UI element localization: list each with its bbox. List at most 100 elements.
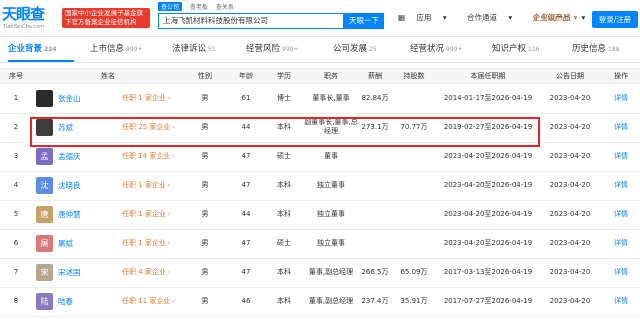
- tab-label: 法律诉讼: [172, 44, 207, 54]
- cell-position: 董事长,董事: [312, 94, 350, 102]
- col-announce-date: 公告日期: [556, 72, 584, 80]
- grid-icon: ▦: [398, 13, 408, 22]
- col-age: 年龄: [239, 72, 253, 80]
- cell-edu: 硕士: [277, 239, 291, 247]
- nav-apps[interactable]: ▦ 应用 ▾: [398, 13, 456, 22]
- cell-date: 2023-04-20: [549, 268, 591, 276]
- cell-date: 2023-04-20: [549, 210, 591, 218]
- person-name-link[interactable]: 陆春: [58, 287, 73, 316]
- tenure-link[interactable]: 任职 1 家企业 ›: [122, 84, 170, 113]
- detail-link[interactable]: 详情: [602, 113, 640, 142]
- tab-legal[interactable]: 法律诉讼 51: [172, 37, 216, 62]
- detail-link[interactable]: 详情: [602, 200, 640, 229]
- cell-term: 2017-07-27至2026-04-19: [443, 297, 533, 305]
- cell-age: 47: [241, 268, 251, 276]
- col-name: 姓名: [101, 72, 115, 80]
- tab-development[interactable]: 公司发展 25: [333, 37, 377, 62]
- tenure-link[interactable]: 任职 1 家企业 ›: [122, 171, 170, 200]
- avatar[interactable]: 宋: [36, 264, 53, 281]
- vip-label: 开通会员: [541, 13, 572, 22]
- tab-count: 25: [369, 46, 377, 53]
- cell-salary: [360, 171, 390, 200]
- detail-link[interactable]: 详情: [602, 287, 640, 316]
- detail-link[interactable]: 详情: [602, 171, 640, 200]
- cell-date: 2023-04-20: [549, 297, 591, 305]
- person-name-link[interactable]: 屠斌: [58, 229, 73, 258]
- tenure-label: 任职 1 家企业: [122, 181, 166, 189]
- cell-gender: 男: [201, 268, 209, 276]
- cell-gender: 男: [201, 210, 209, 218]
- col-term: 本届任职期: [470, 72, 506, 80]
- cell-no: 1: [13, 94, 19, 102]
- tenure-label: 任职 11 家企业: [122, 297, 171, 305]
- cell-shares: [390, 200, 438, 229]
- col-salary: 薪酬: [368, 72, 382, 80]
- detail-link[interactable]: 详情: [602, 142, 640, 171]
- tenure-label: 任职 14 家企业: [122, 152, 171, 160]
- tenure-label: 任职 1 家企业: [122, 239, 166, 247]
- cell-no: 3: [13, 152, 19, 160]
- nav-cooperation-label: 合作通道: [467, 13, 498, 22]
- cell-position: 董事,副总经理: [308, 268, 354, 276]
- tab-ip[interactable]: 知识产权 116: [492, 37, 539, 62]
- tab-history[interactable]: 历史信息 188: [572, 37, 619, 62]
- avatar[interactable]: 屠: [36, 235, 53, 252]
- cell-age: 46: [241, 297, 251, 305]
- detail-link[interactable]: 详情: [602, 84, 640, 113]
- tab-operations[interactable]: 经营状况 999+: [410, 37, 463, 62]
- person-name-link[interactable]: 张金山: [58, 84, 81, 113]
- cell-position: 独立董事: [317, 181, 345, 189]
- cell-salary: 82.84万: [361, 94, 389, 102]
- tab-label: 公司发展: [333, 44, 368, 54]
- search-tab-boss[interactable]: 查老板: [190, 2, 208, 11]
- col-education: 学历: [277, 72, 291, 80]
- vip-button[interactable]: ♛ 开通会员 ▾: [532, 12, 577, 23]
- cell-age: 47: [241, 181, 251, 189]
- promo-banner[interactable]: 国家中小企业发展子基金旗下官方备案企业征信机构: [62, 8, 150, 28]
- table-row: 5 男 44 本科 独立董事 2023-04-20至2026-04-19 2023-04-2…: [0, 200, 640, 230]
- nav-cooperation[interactable]: 合作通道 ▾: [467, 13, 521, 22]
- cell-gender: 男: [201, 181, 209, 189]
- tab-enterprise-background[interactable]: 企业背景 224: [8, 37, 74, 62]
- avatar[interactable]: 沈: [36, 177, 53, 194]
- search-button[interactable]: 天眼一下: [344, 13, 384, 29]
- tenure-link[interactable]: 任职 4 家企业 ›: [122, 258, 170, 287]
- cell-gender: 男: [201, 94, 209, 102]
- logo-text: 天眼查: [2, 5, 45, 23]
- cell-gender: 男: [201, 297, 209, 305]
- person-name-link[interactable]: 沈晓良: [58, 171, 81, 200]
- person-name-link[interactable]: 宋述国: [58, 258, 81, 287]
- cell-no: 2: [13, 123, 19, 131]
- tenure-link[interactable]: 任职 11 家企业 ›: [122, 287, 175, 316]
- logo[interactable]: 天眼查 TianYanCha.com: [2, 3, 60, 33]
- login-button[interactable]: 登录/注册: [592, 11, 638, 28]
- person-name-link[interactable]: 唐仲慧: [58, 200, 81, 229]
- tab-label: 企业背景: [8, 44, 43, 54]
- tab-risk[interactable]: 经营风险 999+: [246, 37, 299, 62]
- cell-position: 独立董事: [317, 210, 345, 218]
- crown-icon: ♛: [532, 13, 542, 22]
- search-tab-relation[interactable]: 查关系: [216, 2, 234, 11]
- chevron-right-icon: ›: [167, 269, 171, 276]
- tenure-link[interactable]: 任职 1 家企业 ›: [122, 229, 170, 258]
- avatar[interactable]: 唐: [36, 206, 53, 223]
- chevron-right-icon: ›: [167, 182, 171, 189]
- detail-link[interactable]: 详情: [602, 229, 640, 258]
- cell-salary: [360, 229, 390, 258]
- detail-link[interactable]: 详情: [602, 258, 640, 287]
- avatar[interactable]: [36, 90, 53, 107]
- tab-label: 经营状况: [410, 44, 445, 54]
- cell-edu: 本科: [277, 210, 291, 218]
- tenure-link[interactable]: 任职 1 家企业 ›: [122, 200, 170, 229]
- search-tab-company[interactable]: 查公司: [158, 2, 183, 11]
- col-action: 操作: [614, 72, 628, 80]
- tab-count: 188: [608, 46, 620, 53]
- tab-label: 上市信息: [90, 44, 125, 54]
- avatar[interactable]: 陆: [36, 293, 53, 310]
- avatar[interactable]: 孟: [36, 148, 53, 165]
- search-input[interactable]: 上海飞凯材料科技股份有限公司: [158, 13, 344, 29]
- cell-date: 2023-04-20: [549, 123, 591, 131]
- chevron-right-icon: ›: [167, 95, 171, 102]
- tab-listing-info[interactable]: 上市信息 999+: [90, 37, 143, 62]
- table-row: 6 男 47 硕士 独立董事 2023-04-20至2026-04-19 2023-04-2…: [0, 229, 640, 259]
